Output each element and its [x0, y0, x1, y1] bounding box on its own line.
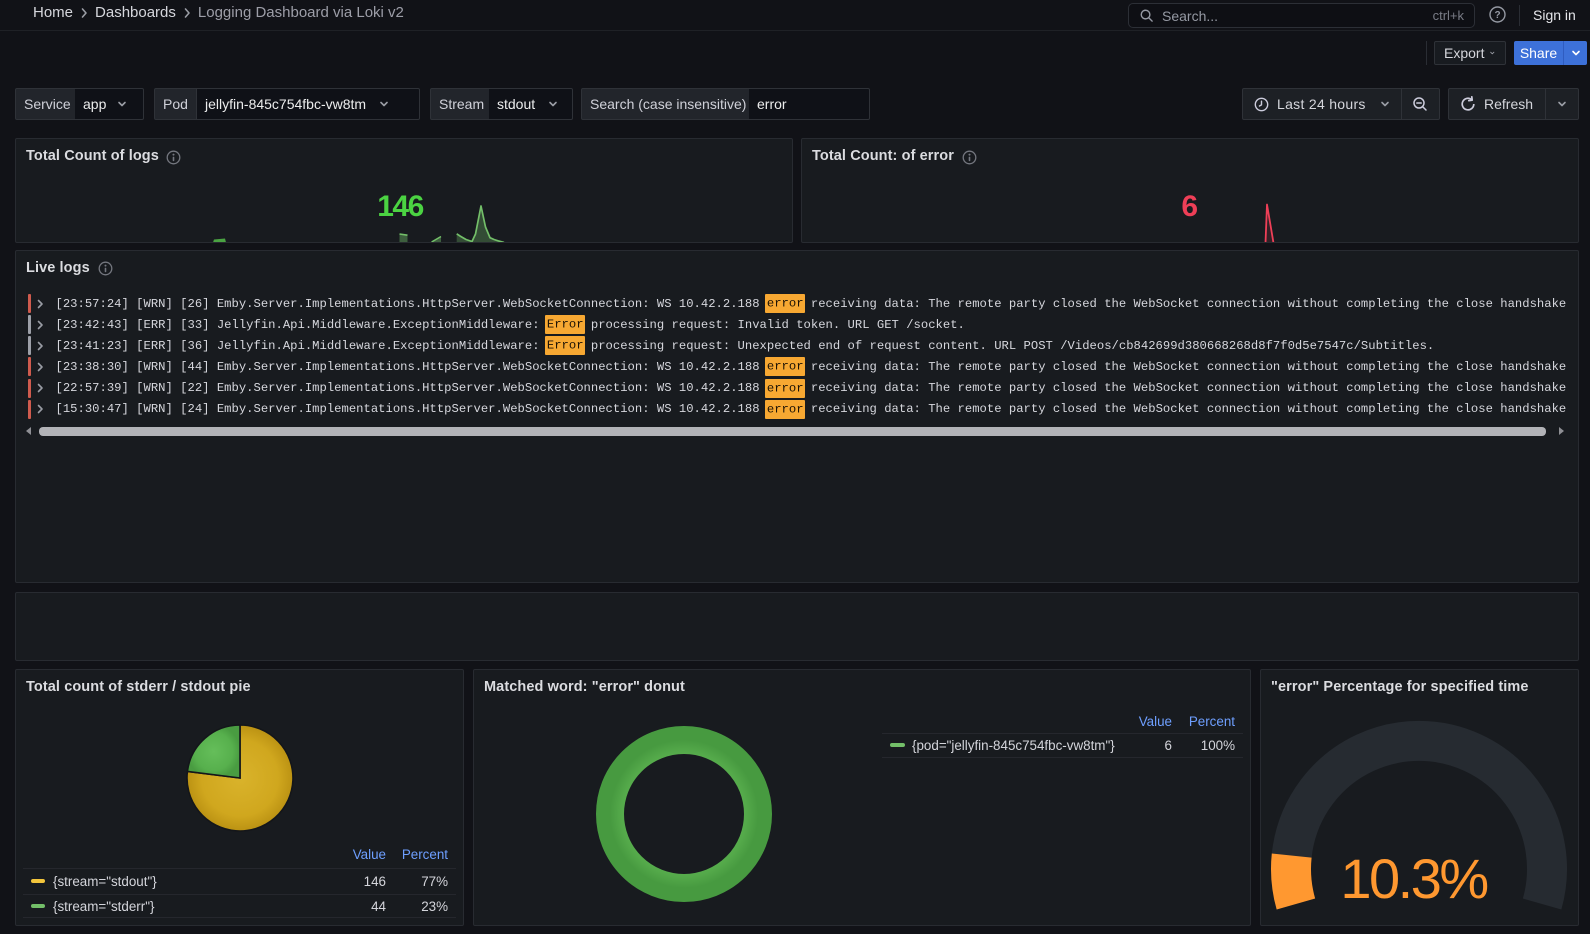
svg-text:?: ? [1494, 10, 1500, 21]
